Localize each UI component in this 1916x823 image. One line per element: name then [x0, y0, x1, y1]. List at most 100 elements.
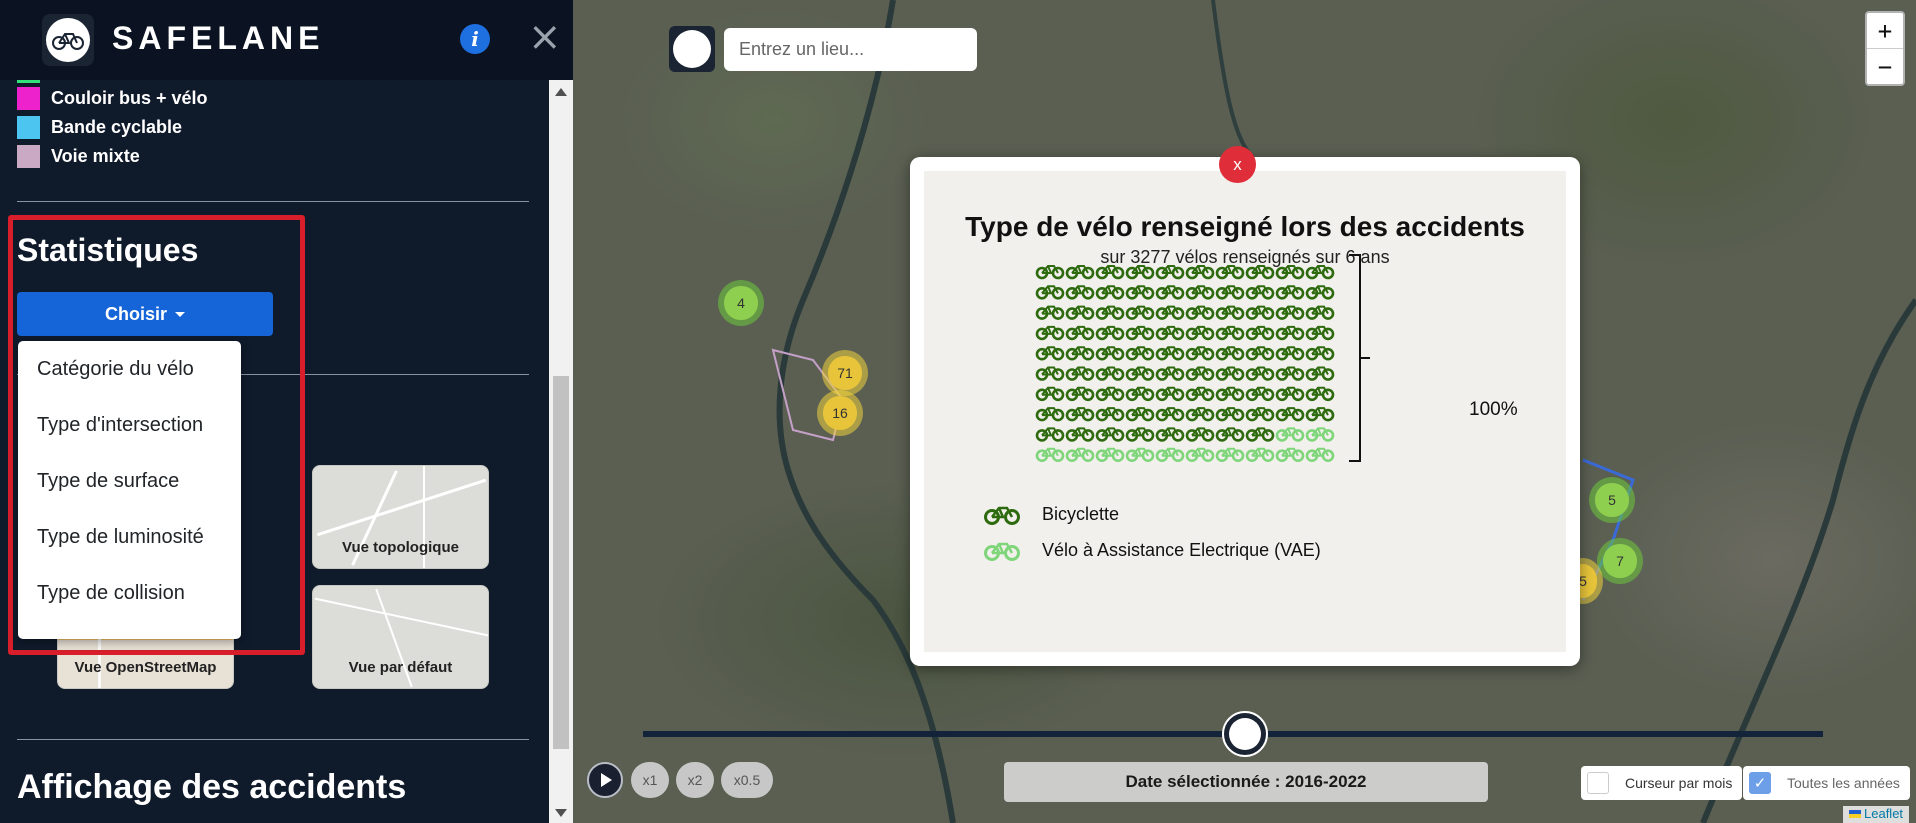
play-button[interactable] [587, 762, 623, 798]
pictogram-bicycle-mark [1275, 305, 1305, 320]
pictogram-bicycle-mark [1125, 407, 1155, 422]
pictogram-bicycle-mark [1245, 285, 1275, 300]
pictogram-bicycle-mark [1215, 265, 1245, 280]
search-logo [669, 26, 715, 72]
percent-bracket [1349, 254, 1370, 462]
safelane-logo [42, 14, 94, 66]
pictogram-bicycle-mark [1095, 305, 1125, 320]
scroll-thumb[interactable] [553, 376, 569, 749]
monthly-cursor-checkbox[interactable] [1587, 772, 1609, 794]
pictogram-bicycle-mark [1035, 285, 1065, 300]
basemap-topo-tile[interactable]: Vue topologique [312, 465, 489, 569]
scroll-up-arrow-icon[interactable] [555, 88, 567, 96]
basemap-label: Vue OpenStreetMap [74, 659, 217, 676]
pictogram-bicycle-mark [1095, 407, 1125, 422]
all-years-checkbox[interactable]: ✓ [1749, 772, 1771, 794]
accident-cluster[interactable]: 7 [1597, 538, 1643, 584]
pictogram-bicycle-mark [1275, 386, 1305, 402]
all-years-label: Toutes les années [1787, 775, 1900, 791]
pictogram-bicycle-mark [1125, 346, 1155, 361]
pictogram-bicycle-mark [1215, 305, 1245, 320]
pictogram-bicycle-mark [1095, 386, 1125, 402]
all-years-toggle[interactable]: ✓ Toutes les années [1743, 766, 1910, 800]
pictogram-bicycle-mark [1305, 305, 1335, 320]
pictogram-bicycle-mark [1035, 447, 1065, 463]
accident-cluster[interactable]: 5 [1589, 477, 1635, 523]
accident-cluster[interactable]: 71 [822, 350, 868, 396]
search-input[interactable] [724, 28, 977, 71]
bicycle-icon [52, 33, 84, 50]
accidents-display-title: Affichage des accidents [17, 768, 407, 806]
basemap-default-tile[interactable]: Vue par défaut [312, 585, 489, 689]
pictogram-bicycle-mark [1155, 346, 1185, 361]
sidebar-scrollbar[interactable] [549, 80, 573, 823]
basemap-label: Vue topologique [342, 539, 459, 556]
legend-label: Bande cyclable [51, 117, 183, 137]
menu-item-intersection-type[interactable]: Type d'intersection [18, 407, 241, 463]
pictogram-bicycle-mark [1035, 346, 1065, 361]
pictogram-bicycle-mark [1035, 265, 1065, 280]
pictogram-bicycle-mark [1215, 427, 1245, 442]
pictogram-bicycle-mark [1065, 447, 1095, 463]
chart-legend-item: Bicyclette [984, 499, 1119, 529]
pictogram-bicycle-mark [1185, 447, 1215, 463]
pictogram-bicycle-mark [1215, 285, 1245, 300]
pictogram-bicycle-mark [1065, 407, 1095, 422]
sidebar: SAFELANE i × Couloir bus + vélo Bande cy… [0, 0, 573, 823]
sidebar-header: SAFELANE i × [0, 0, 573, 80]
close-icon: × [528, 14, 562, 60]
e-bike-icon [984, 542, 1020, 561]
close-sidebar-button[interactable]: × [528, 17, 562, 58]
pictogram-bicycle-mark [1305, 285, 1335, 300]
map[interactable]: + − 4 71 16 5 7 5 Type de vélo renseigné… [573, 0, 1916, 823]
pictogram-bicycle-mark [1035, 427, 1065, 442]
pictogram-bicycle-mark [1155, 427, 1185, 442]
pictogram-bicycle-mark [1095, 447, 1125, 463]
pictogram-bicycle-mark [1275, 366, 1305, 381]
timeline-handle[interactable] [1222, 711, 1268, 757]
accident-cluster[interactable]: 16 [817, 390, 863, 436]
info-button[interactable]: i [460, 24, 490, 54]
legend-label: Couloir bus + vélo [51, 88, 208, 108]
menu-item-surface-type[interactable]: Type de surface [18, 463, 241, 519]
pictogram-bicycle-mark [1095, 265, 1125, 280]
pictogram-bicycle-mark [1305, 427, 1335, 442]
speed-x0.5-button[interactable]: x0.5 [721, 762, 773, 798]
pictogram-bicycle-mark [1125, 366, 1155, 381]
popup-close-button[interactable]: x [1219, 146, 1256, 183]
pictogram-bicycle-mark [1185, 427, 1215, 442]
speed-x1-button[interactable]: x1 [631, 762, 669, 798]
speed-x2-button[interactable]: x2 [676, 762, 714, 798]
pictogram-bicycle-mark [1155, 366, 1185, 381]
accident-cluster[interactable]: 4 [718, 280, 764, 326]
pictogram-bicycle-mark [1155, 325, 1185, 341]
menu-item-bike-category[interactable]: Catégorie du vélo [18, 351, 241, 407]
section-divider [17, 739, 529, 740]
scroll-down-arrow-icon[interactable] [555, 809, 567, 817]
pictogram-bicycle-mark [1065, 386, 1095, 402]
pictogram-bicycle-mark [1125, 265, 1155, 280]
pictogram-bicycle-mark [1275, 447, 1305, 463]
pictogram-bicycle-mark [1125, 427, 1155, 442]
chart-legend-label: Vélo à Assistance Electrique (VAE) [1042, 539, 1321, 560]
legend-item: Voie mixte [17, 142, 208, 171]
pictogram-bicycle-mark [1215, 325, 1245, 341]
zoom-out-button[interactable]: − [1867, 49, 1903, 85]
map-attribution[interactable]: Leaflet [1843, 806, 1910, 823]
pictogram-bicycle-mark [1275, 325, 1305, 341]
pictogram-bicycle-mark [1185, 265, 1215, 280]
menu-item-collision-type[interactable]: Type de collision [18, 575, 241, 631]
pictogram-bicycle-mark [1065, 366, 1095, 381]
pictogram-bicycle-mark [1155, 386, 1185, 402]
zoom-control: + − [1865, 11, 1905, 86]
monthly-cursor-toggle[interactable]: Curseur par mois [1581, 766, 1743, 800]
lane-legend: Couloir bus + vélo Bande cyclable Voie m… [17, 84, 208, 171]
pictogram-bicycle-mark [1125, 386, 1155, 402]
pictogram-bicycle-mark [1125, 447, 1155, 463]
zoom-in-button[interactable]: + [1867, 13, 1903, 49]
statistics-dropdown-menu: Catégorie du vélo Type d'intersection Ty… [18, 341, 241, 639]
pictogram-bicycle-mark [1215, 447, 1245, 463]
pictogram-bicycle-mark [1245, 447, 1275, 463]
menu-item-lighting-type[interactable]: Type de luminosité [18, 519, 241, 575]
leaflet-link[interactable]: Leaflet [1864, 806, 1903, 821]
